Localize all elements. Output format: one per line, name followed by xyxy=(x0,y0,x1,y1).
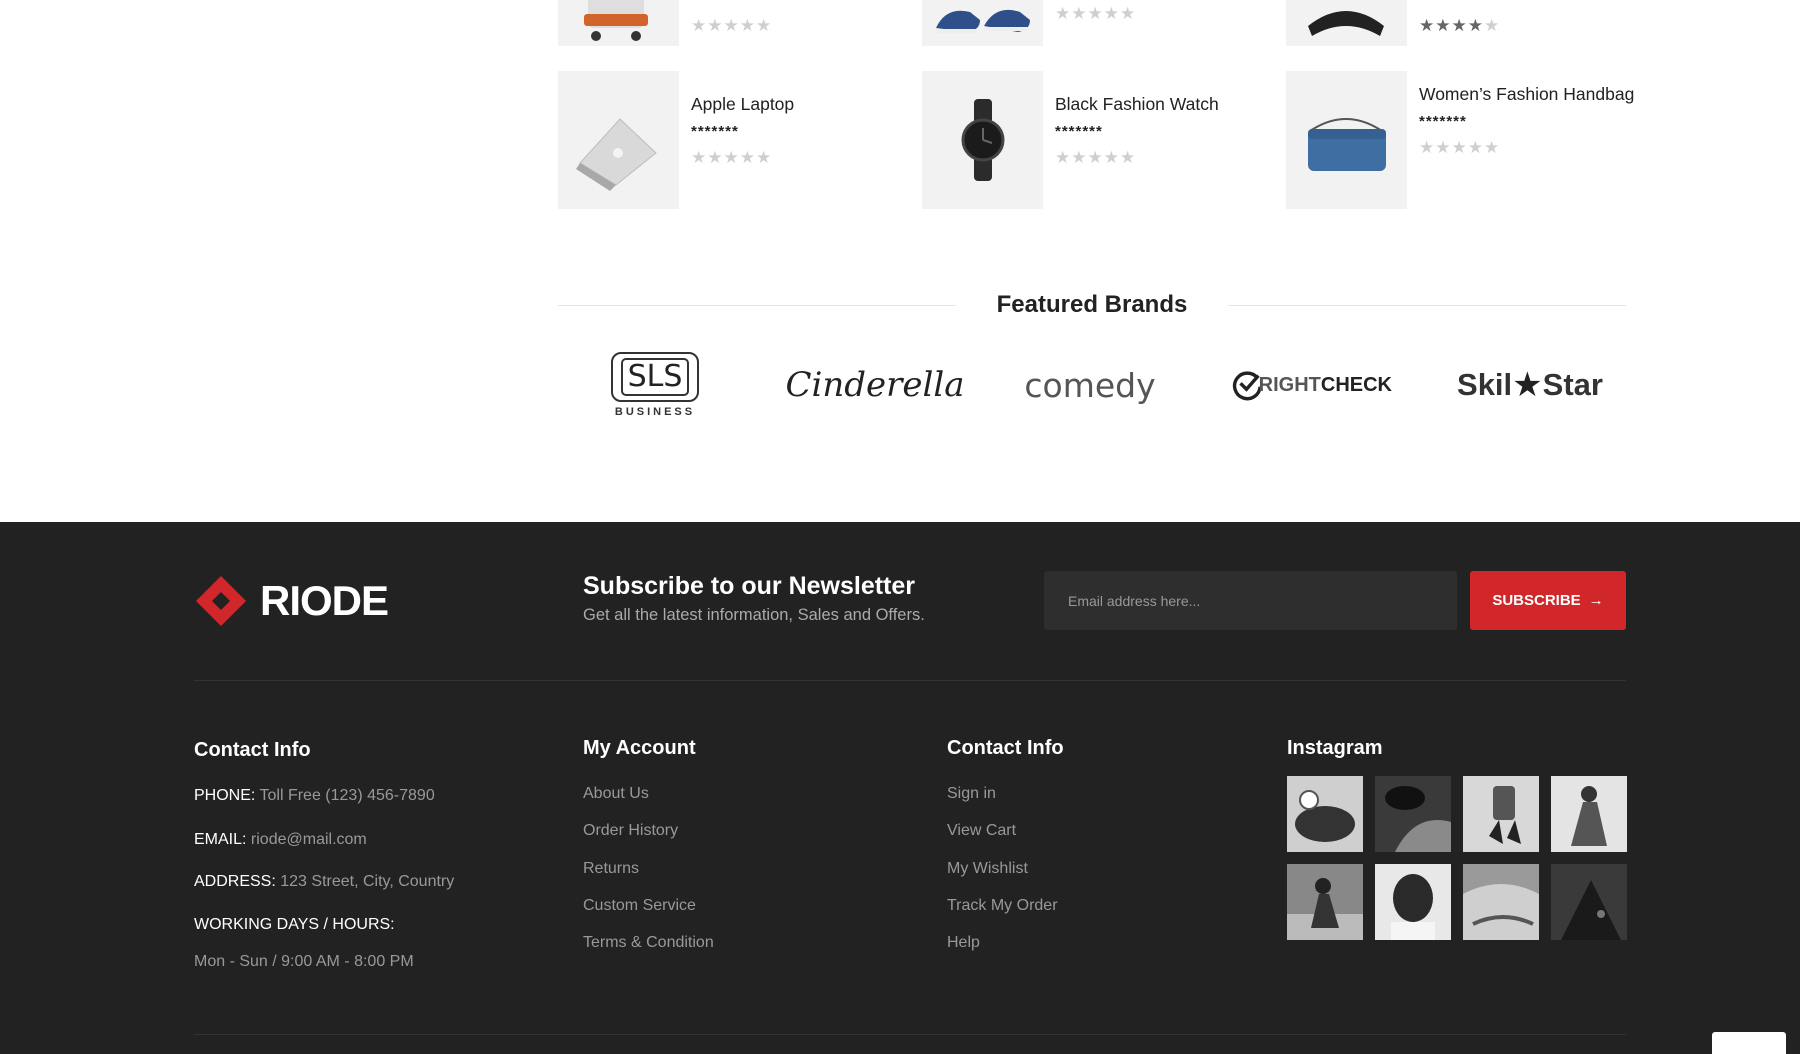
footer-link-returns[interactable]: Returns xyxy=(583,859,639,879)
email-label: EMAIL: xyxy=(194,831,247,848)
star-icon: ★ xyxy=(1512,366,1543,404)
product-price: ******* xyxy=(691,123,739,140)
phone-value: Toll Free (123) 456-7890 xyxy=(259,787,435,804)
rating-stars: ★★★★★ xyxy=(1419,138,1501,157)
instagram-photo[interactable] xyxy=(1375,864,1451,940)
product-list: ★★★★★ ★★★★★ ★★★★★ Apple Laptop ******* ★… xyxy=(558,0,1634,210)
arrow-right-icon: → xyxy=(1588,592,1604,609)
scroll-to-top-button[interactable] xyxy=(1712,1032,1786,1054)
footer-divider xyxy=(194,1034,1626,1035)
brand-logo-skillstar[interactable]: Skil ★ Star xyxy=(1455,345,1605,425)
brand-logo-text: Star xyxy=(1542,367,1603,402)
phone-label: PHONE: xyxy=(194,787,256,804)
column-title: Contact Info xyxy=(194,739,311,761)
contact-hours-label: WORKING DAYS / HOURS: xyxy=(194,915,395,935)
footer-instagram-column: Instagram xyxy=(1287,736,1627,996)
instagram-photo[interactable] xyxy=(1551,776,1627,852)
column-title: My Account xyxy=(583,737,696,759)
instagram-photo[interactable] xyxy=(1463,864,1539,940)
subscribe-button-label: SUBSCRIBE xyxy=(1492,592,1581,609)
instagram-photo[interactable] xyxy=(1287,776,1363,852)
rating-stars: ★★★★★ xyxy=(691,148,773,167)
brand-logo-text: SLS xyxy=(620,358,690,396)
rating-stars: ★★★★★ xyxy=(1419,16,1501,35)
product-thumbnail-laptop[interactable] xyxy=(558,71,679,209)
product-thumbnail-watch[interactable] xyxy=(922,71,1043,209)
brand-logo-text: Skil xyxy=(1457,367,1513,402)
instagram-photo[interactable] xyxy=(1551,864,1627,940)
newsletter-email-input[interactable] xyxy=(1044,571,1457,630)
footer-link-about-us[interactable]: About Us xyxy=(583,784,649,804)
footer-link-my-wishlist[interactable]: My Wishlist xyxy=(947,859,1028,879)
column-title: Instagram xyxy=(1287,737,1383,759)
column-title: Contact Info xyxy=(947,737,1064,759)
footer-logo[interactable]: RIODE xyxy=(194,574,389,628)
product-price: ******* xyxy=(1055,123,1103,140)
brand-logo-text: RIGHT xyxy=(1258,373,1321,396)
footer-link-help[interactable]: Help xyxy=(947,933,980,953)
contact-phone: PHONE: Toll Free (123) 456-7890 xyxy=(194,786,435,806)
rating-stars: ★★★★★ xyxy=(1055,4,1137,23)
contact-address: ADDRESS: 123 Street, City, Country xyxy=(194,872,454,892)
footer-link-custom-service[interactable]: Custom Service xyxy=(583,896,696,916)
brand-logo-text: comedy xyxy=(1024,365,1156,405)
product-price: ******* xyxy=(1419,113,1467,130)
newsletter-title: Subscribe to our Newsletter xyxy=(583,572,916,600)
product-thumbnail-handbag[interactable] xyxy=(1286,71,1407,209)
product-thumbnail-suitcase[interactable] xyxy=(558,0,679,46)
contact-hours: Mon - Sun / 9:00 AM - 8:00 PM xyxy=(194,953,414,970)
product-thumbnail-shoes[interactable] xyxy=(922,0,1043,46)
brand-logo-rightcheck[interactable]: RIGHT CHECK xyxy=(1232,345,1392,425)
address-value: 123 Street, City, Country xyxy=(280,873,455,890)
footer: RIODE Subscribe to our Newsletter Get al… xyxy=(0,522,1800,1054)
product-name[interactable]: Women’s Fashion Handbag xyxy=(1419,83,1644,106)
footer-divider xyxy=(194,680,1626,681)
newsletter-subtitle: Get all the latest information, Sales an… xyxy=(583,606,925,624)
footer-link-track-order[interactable]: Track My Order xyxy=(947,896,1058,916)
brand-logo-cinderella[interactable]: Cinderella xyxy=(785,345,964,425)
footer-link-terms[interactable]: Terms & Condition xyxy=(583,933,714,953)
product-name[interactable]: Apple Laptop xyxy=(691,93,916,116)
address-label: ADDRESS: xyxy=(194,873,276,890)
product-thumbnail-bag[interactable] xyxy=(1286,0,1407,46)
footer-link-order-history[interactable]: Order History xyxy=(583,821,678,841)
instagram-photo[interactable] xyxy=(1287,864,1363,940)
rating-stars: ★★★★★ xyxy=(1055,148,1137,167)
footer-contact-links-column: Contact Info Sign in View Cart My Wishli… xyxy=(947,736,1247,996)
brand-logo-comedy[interactable]: comedy xyxy=(1020,345,1160,425)
logo-text: RIODE xyxy=(260,577,389,624)
riode-logo-icon xyxy=(196,576,246,626)
divider xyxy=(1228,305,1626,306)
brand-logo-text: Cinderella xyxy=(785,365,965,405)
product-name[interactable]: Black Fashion Watch xyxy=(1055,93,1280,116)
rating-stars: ★★★★★ xyxy=(691,16,773,35)
contact-email: EMAIL: riode@mail.com xyxy=(194,830,367,850)
footer-contact-column: Contact Info PHONE: Toll Free (123) 456-… xyxy=(194,738,554,998)
instagram-photo[interactable] xyxy=(1375,776,1451,852)
hours-label: WORKING DAYS / HOURS: xyxy=(194,916,395,933)
email-value[interactable]: riode@mail.com xyxy=(251,831,367,848)
instagram-photo[interactable] xyxy=(1463,776,1539,852)
featured-brands-heading: Featured Brands xyxy=(558,290,1626,320)
brand-logo-subtext: BUSINESS xyxy=(614,406,696,418)
subscribe-button[interactable]: SUBSCRIBE → xyxy=(1470,571,1626,630)
footer-link-view-cart[interactable]: View Cart xyxy=(947,821,1016,841)
brand-logo-sls[interactable]: SLS BUSINESS xyxy=(590,345,720,425)
footer-my-account-column: My Account About Us Order History Return… xyxy=(583,736,883,996)
footer-link-sign-in[interactable]: Sign in xyxy=(947,784,996,804)
brand-logo-text: CHECK xyxy=(1320,373,1392,396)
